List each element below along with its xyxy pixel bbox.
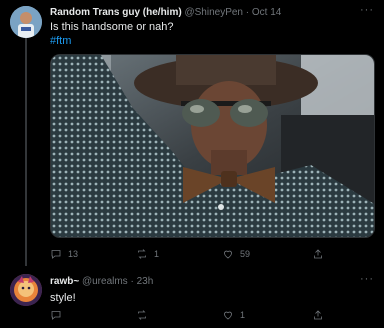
tweet-header: Random Trans guy (he/him) @ShineyPen · O… (50, 6, 281, 19)
like-button[interactable]: 1 (222, 308, 245, 322)
reply-author-name[interactable]: rawb~ (50, 276, 79, 287)
more-options-icon[interactable]: ··· (360, 273, 374, 285)
author-name[interactable]: Random Trans guy (he/him) (50, 7, 182, 18)
reply-icon (51, 250, 61, 259)
share-icon (314, 310, 322, 320)
avatar-image (10, 274, 42, 306)
retweet-button[interactable] (136, 308, 154, 322)
share-button[interactable] (312, 308, 324, 322)
reply-header: rawb~ @urealms · 23h (50, 275, 153, 288)
tweet-actions: 13 1 59 (50, 247, 330, 261)
more-options-icon[interactable]: ··· (360, 4, 374, 16)
heart-icon (224, 311, 232, 320)
avatar-image (10, 6, 42, 38)
like-count: 59 (240, 249, 251, 259)
like-button[interactable]: 59 (222, 247, 250, 261)
reply-icon (51, 311, 61, 320)
retweet-button[interactable]: 1 (136, 247, 159, 261)
tweet-photo[interactable] (50, 54, 375, 238)
retweet-count: 1 (154, 249, 160, 259)
avatar[interactable] (10, 274, 42, 306)
author-handle-time[interactable]: @ShineyPen · Oct 14 (184, 7, 281, 18)
tweet-text: Is this handsome or nah? (50, 21, 174, 33)
photo-image (51, 55, 374, 237)
retweet-icon (138, 310, 146, 320)
thread-connector-line (25, 38, 27, 266)
hashtag-link[interactable]: #ftm (50, 34, 71, 48)
like-count: 1 (240, 310, 246, 320)
retweet-icon (138, 249, 146, 259)
heart-icon (224, 250, 232, 259)
avatar[interactable] (10, 6, 42, 38)
reply-text: style! (50, 292, 76, 304)
reply-actions: 1 (50, 308, 330, 322)
reply-count: 13 (68, 249, 79, 259)
share-icon (314, 249, 322, 259)
timeline: Random Trans guy (he/him) @ShineyPen · O… (0, 0, 384, 328)
reply-handle-time[interactable]: @urealms · 23h (82, 276, 153, 287)
share-button[interactable] (312, 247, 324, 261)
reply-button[interactable]: 13 (50, 247, 78, 261)
reply-button[interactable] (50, 308, 68, 322)
